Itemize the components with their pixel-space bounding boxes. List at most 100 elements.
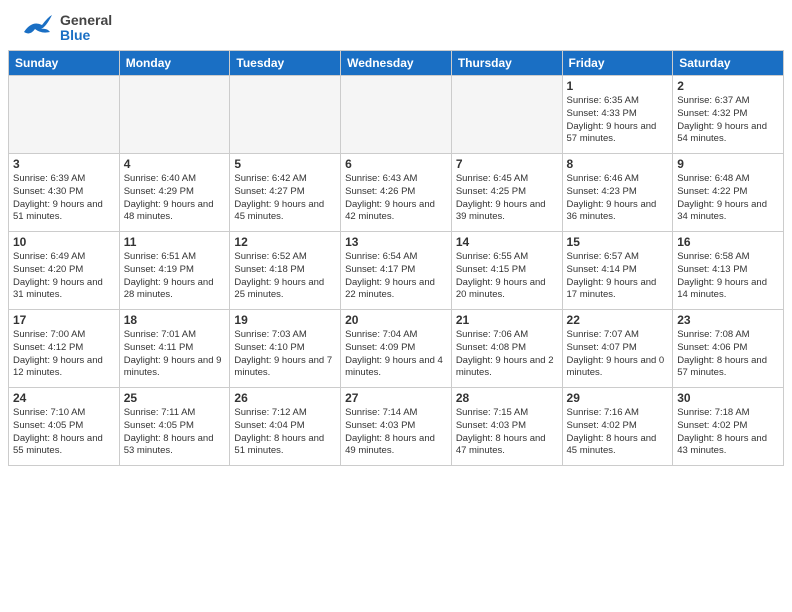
day-number: 2	[677, 79, 779, 93]
day-info: Sunrise: 6:57 AM	[567, 251, 669, 264]
day-info: Sunrise: 6:43 AM	[345, 173, 447, 186]
day-info: Sunrise: 6:52 AM	[234, 251, 336, 264]
day-info: Daylight: 8 hours and 43 minutes.	[677, 433, 779, 459]
day-info: Sunrise: 6:49 AM	[13, 251, 115, 264]
logo: General Blue	[20, 10, 112, 46]
day-info: Daylight: 9 hours and 9 minutes.	[124, 355, 226, 381]
day-info: Daylight: 8 hours and 55 minutes.	[13, 433, 115, 459]
day-info: Sunrise: 6:42 AM	[234, 173, 336, 186]
col-wednesday: Wednesday	[341, 51, 452, 76]
day-info: Sunset: 4:03 PM	[456, 420, 558, 433]
day-info: Sunrise: 6:48 AM	[677, 173, 779, 186]
day-info: Daylight: 9 hours and 0 minutes.	[567, 355, 669, 381]
day-info: Sunrise: 6:39 AM	[13, 173, 115, 186]
day-info: Sunrise: 6:55 AM	[456, 251, 558, 264]
day-number: 7	[456, 157, 558, 171]
day-info: Sunrise: 7:06 AM	[456, 329, 558, 342]
day-info: Daylight: 9 hours and 4 minutes.	[345, 355, 447, 381]
day-info: Sunrise: 7:07 AM	[567, 329, 669, 342]
calendar-cell: 30Sunrise: 7:18 AMSunset: 4:02 PMDayligh…	[673, 388, 784, 466]
day-info: Sunrise: 7:16 AM	[567, 407, 669, 420]
day-info: Daylight: 9 hours and 25 minutes.	[234, 277, 336, 303]
day-number: 10	[13, 235, 115, 249]
day-info: Sunset: 4:12 PM	[13, 342, 115, 355]
day-info: Daylight: 8 hours and 47 minutes.	[456, 433, 558, 459]
day-number: 8	[567, 157, 669, 171]
day-info: Sunset: 4:08 PM	[456, 342, 558, 355]
calendar-cell: 25Sunrise: 7:11 AMSunset: 4:05 PMDayligh…	[119, 388, 230, 466]
col-monday: Monday	[119, 51, 230, 76]
day-info: Daylight: 9 hours and 22 minutes.	[345, 277, 447, 303]
day-info: Sunrise: 6:46 AM	[567, 173, 669, 186]
day-number: 3	[13, 157, 115, 171]
calendar-cell: 29Sunrise: 7:16 AMSunset: 4:02 PMDayligh…	[562, 388, 673, 466]
day-info: Sunrise: 7:00 AM	[13, 329, 115, 342]
day-info: Daylight: 9 hours and 12 minutes.	[13, 355, 115, 381]
day-info: Sunset: 4:14 PM	[567, 264, 669, 277]
day-info: Sunrise: 7:04 AM	[345, 329, 447, 342]
day-number: 13	[345, 235, 447, 249]
day-info: Sunset: 4:05 PM	[124, 420, 226, 433]
day-info: Daylight: 8 hours and 45 minutes.	[567, 433, 669, 459]
day-info: Daylight: 9 hours and 28 minutes.	[124, 277, 226, 303]
calendar-cell: 17 Sunrise: 7:00 AMSunset: 4:12 PMDayligh…	[9, 310, 120, 388]
day-info: Daylight: 9 hours and 51 minutes.	[13, 199, 115, 225]
day-info: Sunset: 4:02 PM	[567, 420, 669, 433]
day-info: Sunset: 4:10 PM	[234, 342, 336, 355]
day-info: Sunrise: 6:51 AM	[124, 251, 226, 264]
logo-blue-text: Blue	[60, 28, 112, 43]
header: General Blue	[0, 0, 792, 50]
day-info: Sunset: 4:19 PM	[124, 264, 226, 277]
day-info: Daylight: 9 hours and 7 minutes.	[234, 355, 336, 381]
day-info: Sunset: 4:17 PM	[345, 264, 447, 277]
day-number: 22	[567, 313, 669, 327]
calendar-wrapper: Sunday Monday Tuesday Wednesday Thursday…	[0, 50, 792, 474]
day-number: 18	[124, 313, 226, 327]
day-info: Sunset: 4:22 PM	[677, 186, 779, 199]
col-saturday: Saturday	[673, 51, 784, 76]
calendar-cell: 10Sunrise: 6:49 AMSunset: 4:20 PMDayligh…	[9, 232, 120, 310]
day-info: Sunset: 4:06 PM	[677, 342, 779, 355]
calendar-cell: 6Sunrise: 6:43 AMSunset: 4:26 PMDaylight…	[341, 154, 452, 232]
day-info: Daylight: 8 hours and 53 minutes.	[124, 433, 226, 459]
day-info: Sunset: 4:09 PM	[345, 342, 447, 355]
day-info: Daylight: 9 hours and 36 minutes.	[567, 199, 669, 225]
day-number: 17	[13, 313, 115, 327]
calendar-cell	[230, 76, 341, 154]
day-number: 23	[677, 313, 779, 327]
logo-icon	[20, 10, 56, 46]
day-info: Sunrise: 7:15 AM	[456, 407, 558, 420]
day-info: Daylight: 9 hours and 45 minutes.	[234, 199, 336, 225]
day-number: 27	[345, 391, 447, 405]
day-info: Daylight: 9 hours and 42 minutes.	[345, 199, 447, 225]
day-number: 16	[677, 235, 779, 249]
day-info: Daylight: 9 hours and 48 minutes.	[124, 199, 226, 225]
calendar-cell: 1Sunrise: 6:35 AMSunset: 4:33 PMDaylight…	[562, 76, 673, 154]
day-info: Sunset: 4:07 PM	[567, 342, 669, 355]
calendar-table: Sunday Monday Tuesday Wednesday Thursday…	[8, 50, 784, 466]
day-info: Sunrise: 6:54 AM	[345, 251, 447, 264]
day-info: Sunset: 4:32 PM	[677, 108, 779, 121]
day-info: Sunset: 4:30 PM	[13, 186, 115, 199]
day-info: Sunset: 4:26 PM	[345, 186, 447, 199]
day-number: 21	[456, 313, 558, 327]
day-info: Daylight: 9 hours and 31 minutes.	[13, 277, 115, 303]
calendar-cell: 12Sunrise: 6:52 AMSunset: 4:18 PMDayligh…	[230, 232, 341, 310]
day-info: Daylight: 9 hours and 54 minutes.	[677, 121, 779, 147]
calendar-cell: 11 Sunrise: 6:51 AMSunset: 4:19 PMDayligh…	[119, 232, 230, 310]
day-info: Daylight: 9 hours and 20 minutes.	[456, 277, 558, 303]
day-info: Sunrise: 7:11 AM	[124, 407, 226, 420]
day-info: Daylight: 9 hours and 14 minutes.	[677, 277, 779, 303]
calendar-cell: 18Sunrise: 7:01 AMSunset: 4:11 PMDayligh…	[119, 310, 230, 388]
calendar-cell: 27Sunrise: 7:14 AMSunset: 4:03 PMDayligh…	[341, 388, 452, 466]
calendar-cell: 21Sunrise: 7:06 AMSunset: 4:08 PMDayligh…	[451, 310, 562, 388]
day-info: Sunrise: 6:45 AM	[456, 173, 558, 186]
day-info: Sunrise: 7:08 AM	[677, 329, 779, 342]
day-number: 11	[124, 235, 226, 249]
col-sunday: Sunday	[9, 51, 120, 76]
day-info: Sunrise: 6:35 AM	[567, 95, 669, 108]
calendar-cell: 4Sunrise: 6:40 AMSunset: 4:29 PMDaylight…	[119, 154, 230, 232]
day-info: Sunset: 4:15 PM	[456, 264, 558, 277]
day-info: Daylight: 9 hours and 39 minutes.	[456, 199, 558, 225]
day-number: 20	[345, 313, 447, 327]
